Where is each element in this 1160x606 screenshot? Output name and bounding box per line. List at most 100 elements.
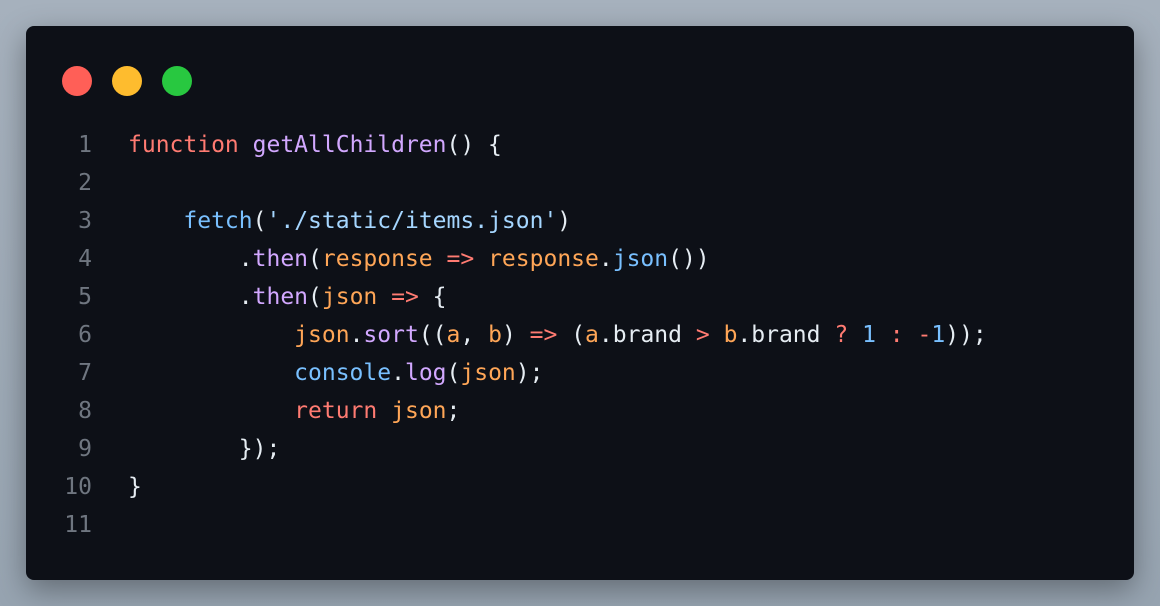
line-number: 4 <box>78 246 92 272</box>
code-line-3: 3 fetch('./static/items.json') <box>26 202 1134 240</box>
line-number: 6 <box>78 322 92 348</box>
line-number: 11 <box>64 512 92 538</box>
code-line-5: 5 .then(json => { <box>26 278 1134 316</box>
line-number: 10 <box>64 474 92 500</box>
punctuation-token: ) <box>501 322 530 348</box>
code-text: .then(response => response.json()) <box>92 240 710 278</box>
method-token: sort <box>363 322 419 348</box>
code-text: json.sort((a, b) => (a.brand > b.brand ?… <box>92 316 987 354</box>
minimize-window-icon[interactable] <box>112 66 142 96</box>
property-token: .brand <box>598 322 696 348</box>
code-line-8: 8 return json; <box>26 392 1134 430</box>
line-number: 7 <box>78 360 92 386</box>
punctuation-token: { <box>418 284 447 310</box>
line-number: 8 <box>78 398 92 424</box>
punctuation-token: (( <box>418 322 447 348</box>
function-name-token: getAllChildren <box>252 132 447 158</box>
code-line-11: 11 <box>26 506 1134 544</box>
code-window: 1 function getAllChildren() { 2 3 fetch(… <box>26 26 1134 580</box>
code-text: }); <box>92 430 281 468</box>
line-number: 1 <box>78 132 92 158</box>
object-token: console <box>294 360 392 386</box>
param-token: response <box>321 246 433 272</box>
punctuation-token: } <box>128 474 142 500</box>
variable-token: json <box>294 322 350 348</box>
param-token: a <box>446 322 461 348</box>
code-line-10: 10 } <box>26 468 1134 506</box>
method-token: then <box>252 284 309 310</box>
punctuation-token: ()) <box>668 246 710 272</box>
code-text: fetch('./static/items.json') <box>92 202 571 240</box>
indent-token <box>128 322 294 348</box>
number-token: 1 <box>862 322 876 348</box>
keyword-token: function <box>128 132 239 158</box>
code-text: } <box>92 468 142 506</box>
code-line-7: 7 console.log(json); <box>26 354 1134 392</box>
string-token: './static/items.json' <box>266 208 558 234</box>
punctuation-token: ( <box>557 322 586 348</box>
code-text: console.log(json); <box>92 354 543 392</box>
line-number: 5 <box>78 284 92 310</box>
variable-token: json <box>391 398 447 424</box>
punctuation-token: ( <box>252 208 267 234</box>
punctuation-token: }); <box>128 436 281 462</box>
keyword-token: return <box>294 398 378 424</box>
property-token: .brand <box>737 322 835 348</box>
method-token: then <box>252 246 309 272</box>
line-number: 3 <box>78 208 92 234</box>
method-token: log <box>404 360 447 386</box>
line-number: 2 <box>78 170 92 196</box>
param-token: b <box>488 322 502 348</box>
code-text: .then(json => { <box>92 278 447 316</box>
variable-token: a <box>585 322 599 348</box>
operator-token: ? <box>834 322 849 348</box>
punctuation-token: . <box>598 246 613 272</box>
punctuation-token: . <box>391 360 405 386</box>
punctuation-token: ); <box>515 360 544 386</box>
indent-token <box>128 360 294 386</box>
maximize-window-icon[interactable] <box>162 66 192 96</box>
punctuation-token: , <box>460 322 489 348</box>
code-line-9: 9 }); <box>26 430 1134 468</box>
punctuation-token: ( <box>308 284 322 310</box>
variable-token: json <box>460 360 516 386</box>
code-line-4: 4 .then(response => response.json()) <box>26 240 1134 278</box>
operator-token: > <box>695 322 710 348</box>
method-token: json <box>612 246 669 272</box>
punctuation-token: . <box>349 322 364 348</box>
code-line-1: 1 function getAllChildren() { <box>26 126 1134 164</box>
punctuation-token: ( <box>446 360 461 386</box>
operator-token: : <box>889 322 904 348</box>
punctuation-token: ; <box>446 398 461 424</box>
punctuation-token: ) <box>557 208 572 234</box>
close-window-icon[interactable] <box>62 66 92 96</box>
line-number: 9 <box>78 436 92 462</box>
punctuation-token: )); <box>945 322 987 348</box>
variable-token: b <box>723 322 738 348</box>
code-editor: 1 function getAllChildren() { 2 3 fetch(… <box>26 126 1134 544</box>
operator-token: - <box>917 322 932 348</box>
code-text: return json; <box>92 392 460 430</box>
variable-token: response <box>488 246 599 272</box>
code-text: function getAllChildren() { <box>92 126 502 164</box>
indent-token <box>128 398 294 424</box>
punctuation-token: ( <box>308 246 322 272</box>
punctuation-token: () { <box>446 132 502 158</box>
punctuation-token: . <box>128 246 253 272</box>
punctuation-token: . <box>128 284 253 310</box>
number-token: 1 <box>931 322 946 348</box>
window-controls <box>62 66 192 96</box>
param-token: json <box>321 284 378 310</box>
code-line-2: 2 <box>26 164 1134 202</box>
